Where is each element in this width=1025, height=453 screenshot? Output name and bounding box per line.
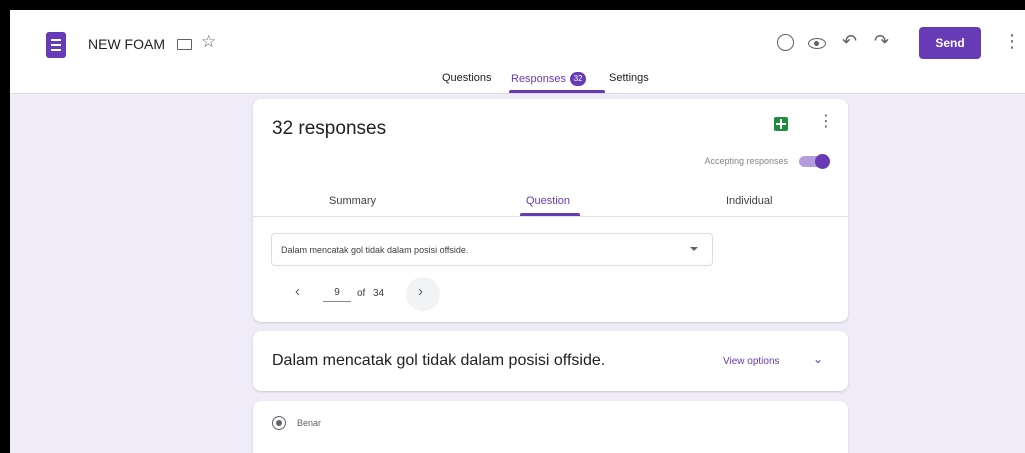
tab-individual[interactable]: Individual <box>726 195 772 207</box>
divider <box>253 216 848 217</box>
folder-icon[interactable] <box>177 39 192 50</box>
form-icon-line <box>51 44 61 46</box>
star-icon[interactable]: ☆ <box>201 33 216 50</box>
accepting-responses-toggle[interactable] <box>799 154 833 169</box>
question-title: Dalam mencatak gol tidak dalam posisi of… <box>272 352 606 369</box>
form-icon[interactable] <box>46 32 66 58</box>
answer-card: Benar <box>253 401 848 453</box>
form-icon-line <box>51 49 61 51</box>
page-of-label: of <box>357 288 366 299</box>
page-number-input[interactable]: 9 <box>323 284 351 302</box>
eye-icon[interactable] <box>808 38 826 49</box>
responses-count-title: 32 responses <box>272 118 387 139</box>
tab-summary[interactable]: Summary <box>329 195 376 207</box>
palette-icon[interactable] <box>777 34 794 51</box>
form-icon-line <box>51 39 61 41</box>
option-label: Benar <box>297 418 322 428</box>
tab-question[interactable]: Question <box>526 195 570 207</box>
question-title-card: Dalam mencatak gol tidak dalam posisi of… <box>253 331 848 391</box>
tab-responses-label: Responses <box>511 73 567 85</box>
view-options-button[interactable]: View options <box>723 356 780 367</box>
chevron-right-icon[interactable]: › <box>418 284 423 299</box>
toggle-knob <box>815 154 830 169</box>
undo-icon[interactable]: ↶ <box>842 32 857 50</box>
form-title[interactable]: NEW FOAM <box>88 36 165 52</box>
sheets-icon[interactable] <box>774 117 788 131</box>
chevron-left-icon[interactable]: ‹ <box>295 284 300 299</box>
active-tab-indicator <box>509 90 605 93</box>
chevron-down-icon[interactable]: ⌄ <box>813 353 823 365</box>
question-select[interactable]: Dalam mencatak gol tidak dalam posisi of… <box>271 233 713 266</box>
tab-questions[interactable]: Questions <box>442 72 492 84</box>
question-select-value: Dalam mencatak gol tidak dalam posisi of… <box>281 245 469 255</box>
tab-settings[interactable]: Settings <box>609 72 649 84</box>
more-vert-icon[interactable]: ⋮ <box>818 114 834 130</box>
question-pager: ‹ 9 of 34 › <box>283 277 443 311</box>
dropdown-arrow-icon <box>690 247 698 251</box>
next-button-hover <box>406 277 440 311</box>
responses-summary-card: 32 responses ⋮ Accepting responses Summa… <box>253 99 848 322</box>
responses-count-badge: 32 <box>570 72 587 86</box>
tab-responses[interactable]: Responses 32 <box>511 72 587 86</box>
app-frame: NEW FOAM ☆ ↶ ↷ Send ⋮ Questions Response… <box>10 10 1025 453</box>
radio-selected-icon <box>272 416 286 430</box>
send-button[interactable]: Send <box>919 27 981 59</box>
page-total: 34 <box>373 288 385 299</box>
more-vert-icon[interactable]: ⋮ <box>1003 32 1021 50</box>
accepting-responses-label: Accepting responses <box>704 156 788 166</box>
top-bar: NEW FOAM ☆ ↶ ↷ Send ⋮ Questions Response… <box>10 10 1025 94</box>
redo-icon[interactable]: ↷ <box>874 32 889 50</box>
